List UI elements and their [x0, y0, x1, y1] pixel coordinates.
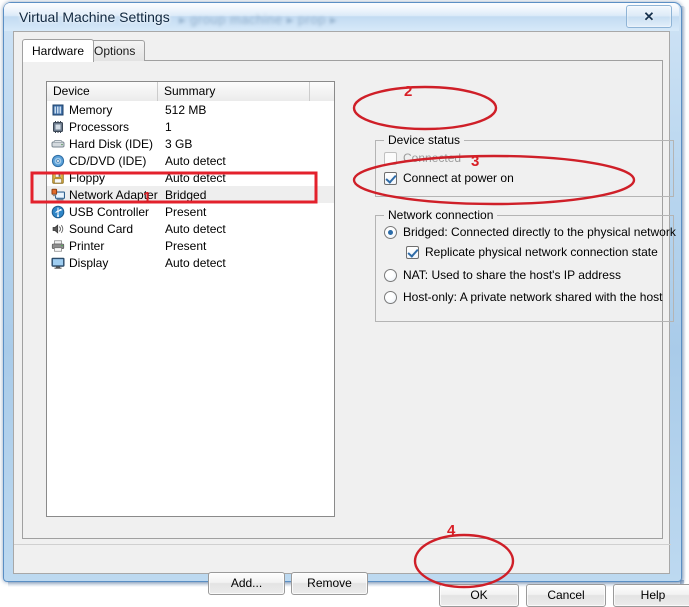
- help-button[interactable]: Help: [613, 584, 689, 607]
- device-summary: Auto detect: [165, 153, 226, 168]
- tab-strip: Hardware Options: [22, 39, 663, 62]
- window-frame: Virtual Machine Settings ▸ group machine…: [0, 0, 689, 607]
- column-header-summary[interactable]: Summary: [158, 82, 310, 101]
- replicate-physical-state-row[interactable]: Replicate physical network connection st…: [406, 245, 658, 259]
- network-icon: [51, 188, 65, 200]
- table-row[interactable]: Memory 512 MB: [47, 101, 334, 118]
- radio-bridged-row[interactable]: Bridged: Connected directly to the physi…: [384, 225, 676, 239]
- connect-at-power-on-checkbox-row[interactable]: Connect at power on: [384, 171, 514, 185]
- tab-hardware[interactable]: Hardware: [22, 39, 95, 62]
- title-bar: Virtual Machine Settings ▸ group machine…: [4, 3, 679, 31]
- device-name: Floppy: [69, 170, 106, 185]
- device-name: Memory: [69, 102, 113, 117]
- device-summary: Present: [165, 238, 207, 253]
- replicate-physical-state-checkbox[interactable]: [406, 245, 419, 259]
- cancel-button[interactable]: Cancel: [526, 584, 606, 607]
- table-row[interactable]: Display Auto detect: [47, 254, 334, 271]
- connected-checkbox-row: Connected: [384, 151, 461, 165]
- device-name: Display: [69, 255, 109, 270]
- harddisk-icon: [51, 139, 65, 147]
- ok-button[interactable]: OK: [439, 584, 519, 607]
- replicate-physical-state-label: Replicate physical network connection st…: [425, 245, 658, 259]
- device-summary: 512 MB: [165, 102, 207, 117]
- cddvd-icon: [51, 154, 65, 167]
- device-list-rows: Memory 512 MB Processors 1 Hard Disk (ID…: [47, 101, 334, 271]
- connect-at-power-on-checkbox[interactable]: [384, 171, 397, 185]
- printer-icon: [51, 239, 65, 252]
- device-summary: 1: [165, 119, 172, 134]
- window-title-blurred-suffix: ▸ group machine ▸ prop ▸: [179, 12, 338, 27]
- connected-checkbox: [384, 151, 397, 165]
- window-title: Virtual Machine Settings: [19, 9, 170, 25]
- device-name: Hard Disk (IDE): [69, 136, 154, 151]
- device-summary: 3 GB: [165, 136, 193, 151]
- device-summary: Auto detect: [165, 170, 226, 185]
- table-row-network-adapter[interactable]: Network Adapter Bridged: [47, 186, 334, 203]
- device-name: USB Controller: [69, 204, 150, 219]
- connect-at-power-on-label: Connect at power on: [403, 171, 514, 185]
- table-row[interactable]: Hard Disk (IDE) 3 GB: [47, 135, 334, 152]
- device-summary: Auto detect: [165, 221, 226, 236]
- close-icon: ✕: [643, 8, 655, 24]
- device-name: Sound Card: [69, 221, 134, 236]
- device-summary: Bridged: [165, 187, 207, 202]
- device-summary: Present: [165, 204, 207, 219]
- nat-label: NAT: Used to share the host's IP address: [403, 268, 621, 282]
- add-button[interactable]: Add...: [208, 572, 285, 595]
- device-name: Processors: [69, 119, 130, 134]
- dialog-client-area: Hardware Options Device Summary Memory 5…: [13, 31, 689, 607]
- host-only-radio[interactable]: [384, 290, 397, 304]
- memory-icon: [52, 104, 64, 115]
- processor-icon: [53, 120, 63, 133]
- radio-nat-row[interactable]: NAT: Used to share the host's IP address: [384, 268, 621, 282]
- bridged-radio[interactable]: [384, 225, 397, 239]
- column-header-spare: [310, 82, 334, 101]
- device-summary: Auto detect: [165, 255, 226, 270]
- bridged-label: Bridged: Connected directly to the physi…: [403, 225, 676, 239]
- host-only-label: Host-only: A private network shared with…: [403, 290, 663, 304]
- device-status-group-title: Device status: [384, 133, 465, 147]
- table-row[interactable]: CD/DVD (IDE) Auto detect: [47, 152, 334, 169]
- hardware-tab-page: Device Summary Memory 512 MB Processors …: [22, 60, 676, 595]
- table-row[interactable]: Processors 1: [47, 118, 334, 135]
- connected-label: Connected: [403, 151, 462, 165]
- nat-radio[interactable]: [384, 268, 397, 282]
- network-connection-group: Network connection Bridged: Connected di…: [375, 208, 676, 322]
- device-status-group: Device status Connected Connect at power…: [375, 133, 674, 197]
- network-connection-group-title: Network connection: [384, 208, 498, 222]
- remove-button[interactable]: Remove: [291, 572, 368, 595]
- soundcard-icon: [52, 223, 64, 234]
- close-button[interactable]: ✕: [626, 5, 672, 28]
- device-name: Network Adapter: [69, 187, 158, 202]
- bottom-separator: [14, 544, 671, 545]
- column-header-device[interactable]: Device: [47, 82, 158, 101]
- table-row[interactable]: Floppy Auto detect: [47, 169, 334, 186]
- table-row[interactable]: Printer Present: [47, 237, 334, 254]
- device-name: CD/DVD (IDE): [69, 153, 147, 168]
- display-icon: [51, 257, 65, 269]
- usb-icon: [51, 205, 65, 218]
- radio-host-only-row[interactable]: Host-only: A private network shared with…: [384, 290, 662, 304]
- table-row[interactable]: USB Controller Present: [47, 203, 334, 220]
- device-name: Printer: [69, 238, 105, 253]
- device-list[interactable]: Device Summary Memory 512 MB Processors …: [46, 81, 335, 517]
- floppy-icon: [52, 171, 64, 184]
- device-list-header: Device Summary: [47, 82, 334, 101]
- table-row[interactable]: Sound Card Auto detect: [47, 220, 334, 237]
